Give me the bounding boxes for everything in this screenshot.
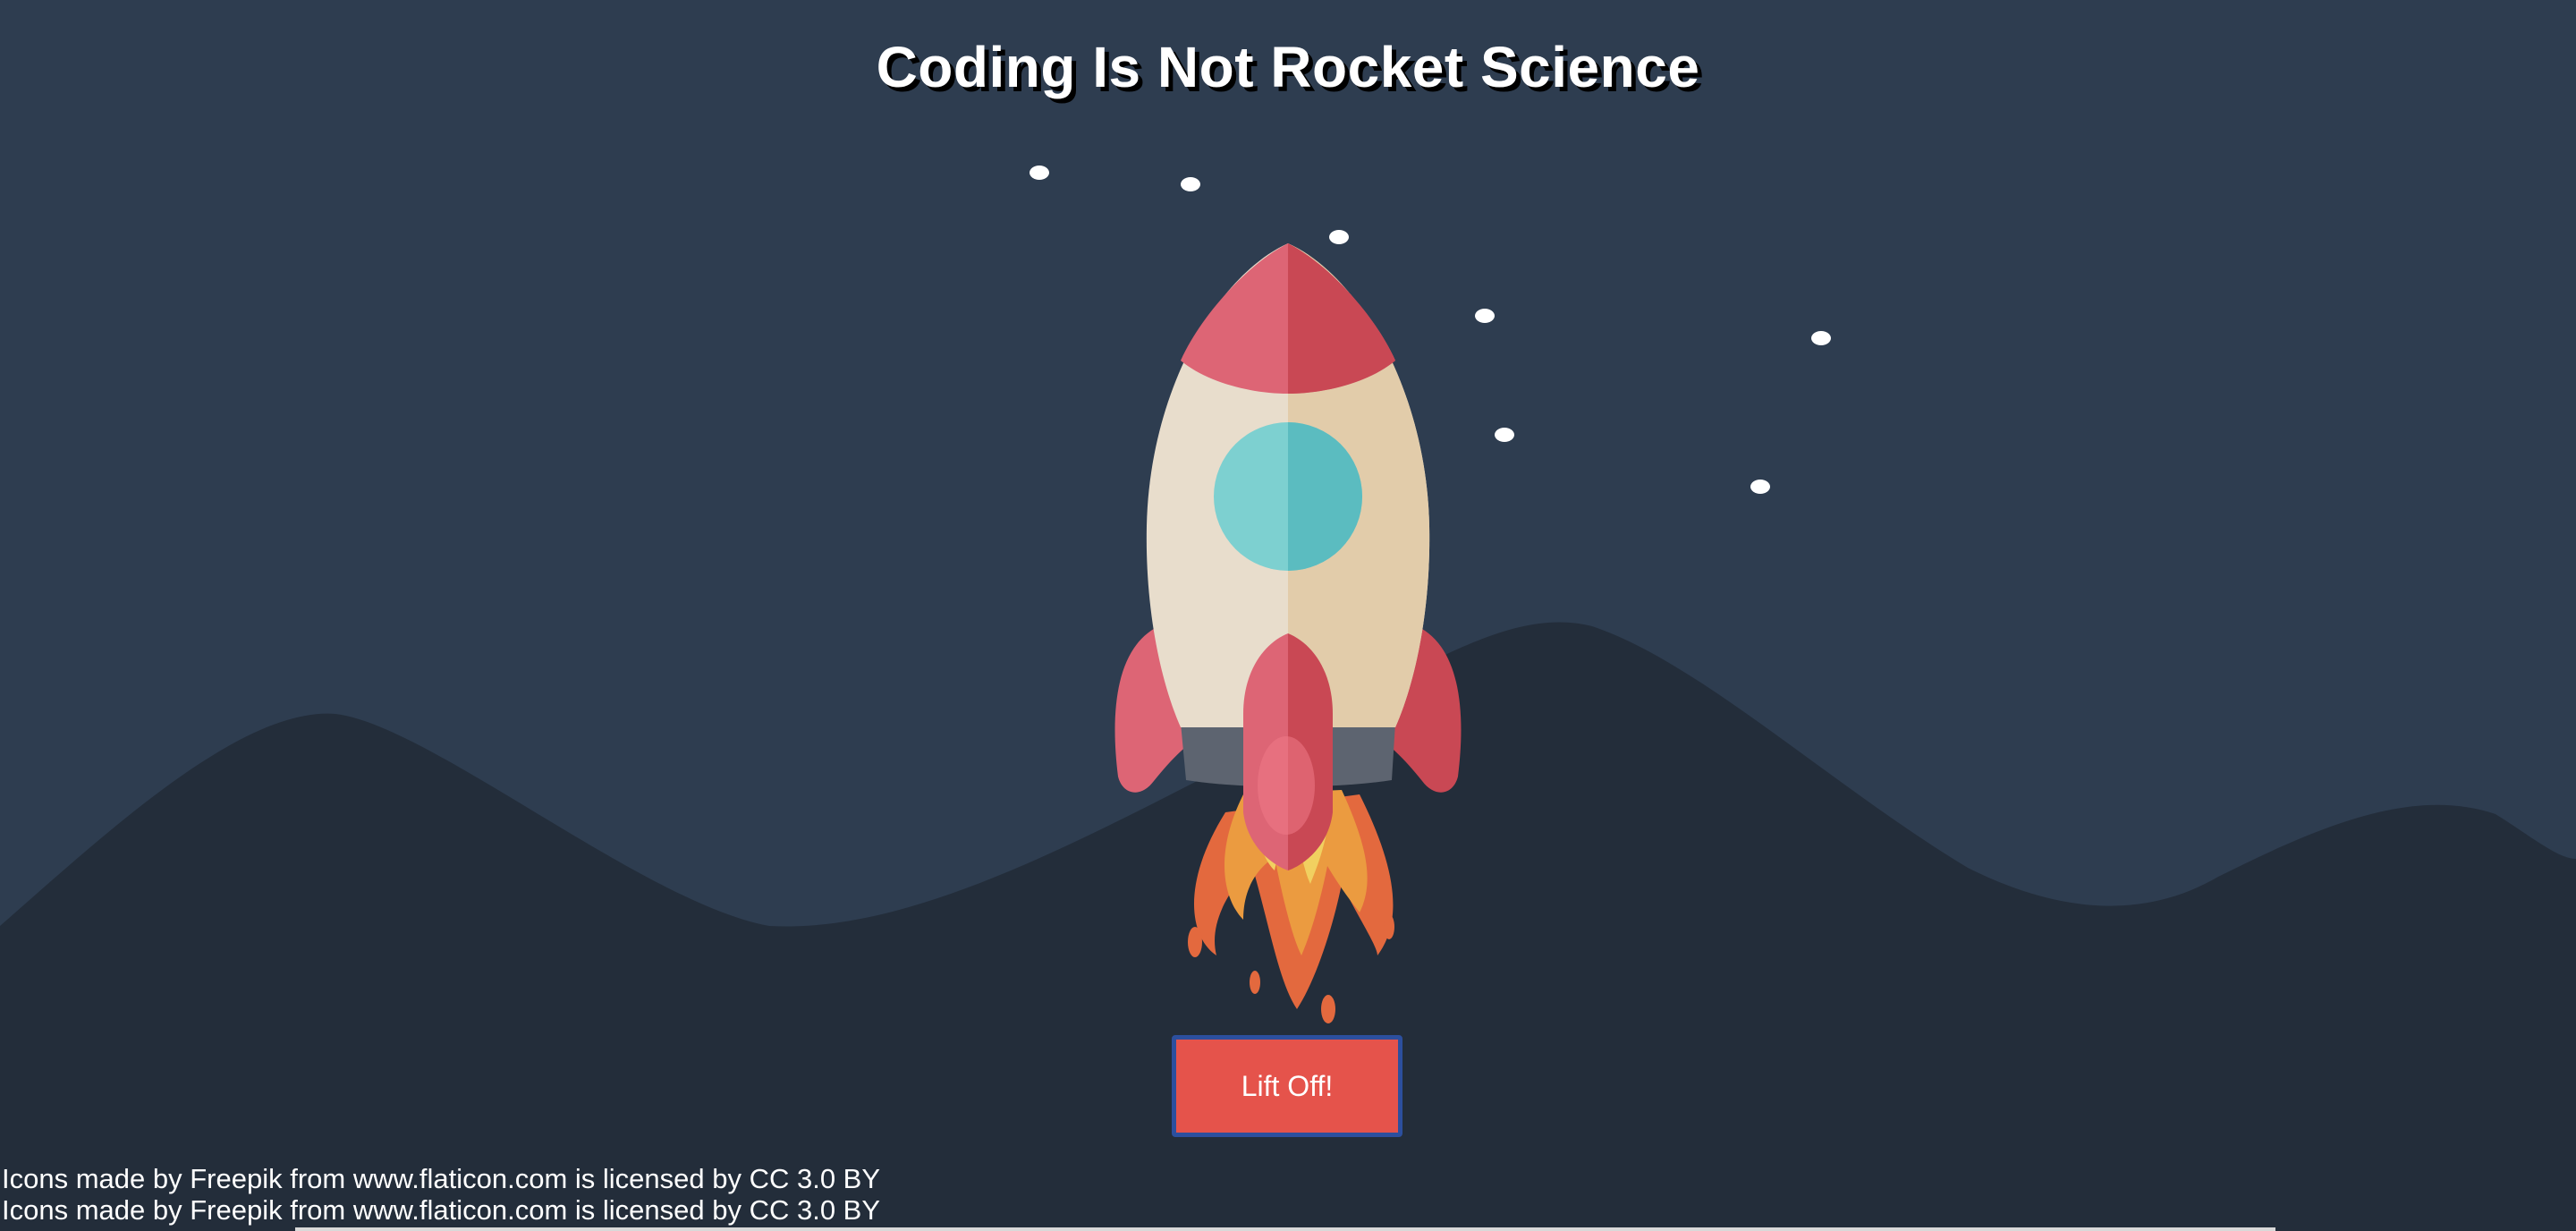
attribution-footer: Icons made by Freepik from www.flaticon.… xyxy=(2,1163,986,1226)
rocket-icon xyxy=(1114,243,1462,1023)
star-icon xyxy=(1811,331,1831,345)
star-icon xyxy=(1030,166,1049,180)
star-icon xyxy=(1750,480,1770,494)
attribution-text: Icons made by Freepik from www.flaticon.… xyxy=(2,1163,881,1194)
lift-off-button[interactable]: Lift Off! xyxy=(1172,1035,1402,1137)
star-icon xyxy=(1181,177,1200,191)
bottom-scroll-edge xyxy=(295,1227,2275,1231)
star-icon xyxy=(1495,428,1514,442)
page-canvas: Coding Is Not Rocket Science Lift Off! I… xyxy=(0,0,2576,1231)
attribution-text: Icons made by Freepik from www.flaticon.… xyxy=(2,1194,881,1226)
star-icon xyxy=(1475,309,1495,323)
